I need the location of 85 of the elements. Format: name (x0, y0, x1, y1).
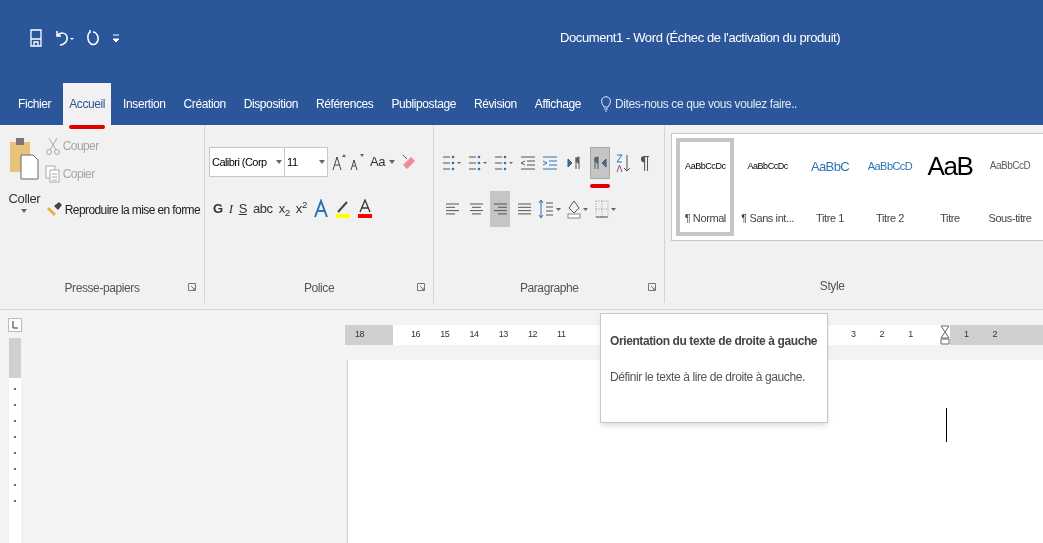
underline-button[interactable]: S (238, 199, 247, 219)
tooltip-description: Définir le texte à lire de droite à gauche. (610, 369, 806, 386)
tell-me-field[interactable]: Dites-nous ce que vous voulez faire.. (601, 83, 797, 125)
group-label: Style (819, 278, 845, 295)
customize-icon[interactable] (112, 32, 120, 43)
align-justify-icon (516, 202, 532, 216)
align-left-icon (444, 202, 460, 216)
increase-indent-icon[interactable] (542, 155, 559, 171)
script-button[interactable]: x$^{2}$ (295, 199, 307, 219)
style-item[interactable]: AaB Titre (921, 138, 979, 236)
paragraph-direction-icon (567, 156, 582, 170)
window-title: Document1 - Word (Échec de l'activation du produit) (560, 28, 841, 47)
style-item[interactable]: AaBbCcDc ¶ Sans int... (736, 138, 799, 236)
style-item[interactable]: AaBbCcD Titre 2 (861, 138, 919, 236)
clipboard-icon (9, 137, 40, 181)
show-marks-button[interactable]: ¶ (638, 149, 652, 177)
ruler-number: 15 (440, 328, 450, 342)
decrease-indent-icon[interactable] (520, 155, 537, 171)
ruler-number: 13 (498, 328, 508, 342)
font-name-field[interactable]: Calibri (Corp (209, 147, 285, 177)
style-item[interactable]: AaBbC Titre 1 (801, 138, 859, 236)
grow-font-icon[interactable] (332, 153, 346, 171)
undo-icon[interactable] (54, 28, 74, 47)
scissors-icon (44, 137, 61, 155)
dialog-launcher-icon[interactable] (648, 283, 657, 291)
ribbon-tab[interactable]: Publipostage (385, 83, 462, 125)
change-case-button[interactable]: Aa (368, 152, 398, 172)
caret-icon (21, 208, 28, 213)
numbering-list-icon[interactable] (468, 154, 489, 172)
save-icon[interactable] (30, 28, 42, 47)
painter-button[interactable]: Reproduire la mise en forme (44, 201, 200, 219)
redo-icon[interactable] (86, 28, 100, 47)
shrink-font-icon[interactable] (350, 153, 364, 171)
ruler-number: 2 (879, 328, 885, 342)
sort-icon[interactable] (616, 153, 633, 173)
ruler-number: 11 (557, 328, 566, 342)
text-effects-icon[interactable] (313, 199, 329, 219)
script-button[interactable]: x$_{2}$ (278, 199, 290, 219)
italic-button[interactable]: I (228, 199, 233, 219)
copy-icon (44, 165, 61, 183)
group-label: Paragraphe (519, 280, 579, 297)
ribbon-tab[interactable]: Affichage (528, 83, 588, 125)
ribbon-tab[interactable]: Insertion (117, 83, 172, 125)
ribbon-tab[interactable]: Révision (468, 83, 523, 125)
ruler-number: 2 (992, 328, 998, 342)
tooltip-title: Orientation du texte de droite à gauche (610, 333, 818, 350)
tab-stop-icon[interactable] (8, 318, 22, 332)
group-label: Police (303, 280, 335, 297)
align-right-icon (492, 202, 508, 216)
ribbon-tab[interactable]: Disposition (237, 83, 304, 125)
ruler-number: 18 (355, 328, 365, 342)
bullets-list-icon[interactable] (442, 154, 463, 172)
caret-icon (389, 160, 396, 164)
alignment-button[interactable] (490, 191, 511, 227)
caret-icon (319, 160, 325, 164)
dialog-launcher-icon[interactable] (417, 283, 426, 291)
ribbon-tab[interactable]: Fichier (12, 83, 58, 125)
paint-bucket-icon[interactable] (566, 199, 591, 219)
ribbon-tab[interactable]: Création (177, 83, 232, 125)
strike-button[interactable]: abc (252, 199, 273, 219)
text-cursor (946, 408, 947, 442)
line-spacing-icon[interactable] (538, 199, 563, 219)
ribbon-tab[interactable]: Références (310, 83, 380, 125)
dialog-launcher-icon[interactable] (188, 283, 196, 291)
highlighter-icon[interactable] (335, 199, 351, 219)
ruler-number: 1 (908, 328, 913, 342)
multilevel-list-icon[interactable] (494, 154, 515, 172)
ruler-number: 3 (851, 328, 856, 342)
caret-icon (276, 160, 282, 164)
style-item[interactable]: AaBbCcD Sous-titre (981, 138, 1039, 236)
ruler-number: 14 (469, 328, 479, 342)
font-size-field[interactable]: 11 (284, 147, 328, 177)
paragraph-direction-icon (593, 156, 608, 170)
align-center-icon (468, 202, 484, 216)
group-label: Presse-papiers (64, 280, 140, 297)
bold-button[interactable]: G (213, 199, 223, 219)
style-item[interactable]: AaBbCcDc ¶ Normal (676, 138, 735, 236)
rtl-direction-button[interactable] (590, 147, 611, 179)
indent-marker-icon[interactable] (940, 325, 950, 345)
ruler-number: 1 (964, 328, 969, 342)
lightbulb-icon (601, 96, 612, 112)
ruler-number: 12 (527, 328, 538, 342)
ruler-number: 16 (411, 328, 421, 342)
paste-button[interactable]: Coller (8, 133, 41, 219)
font-color-icon[interactable] (357, 199, 373, 219)
